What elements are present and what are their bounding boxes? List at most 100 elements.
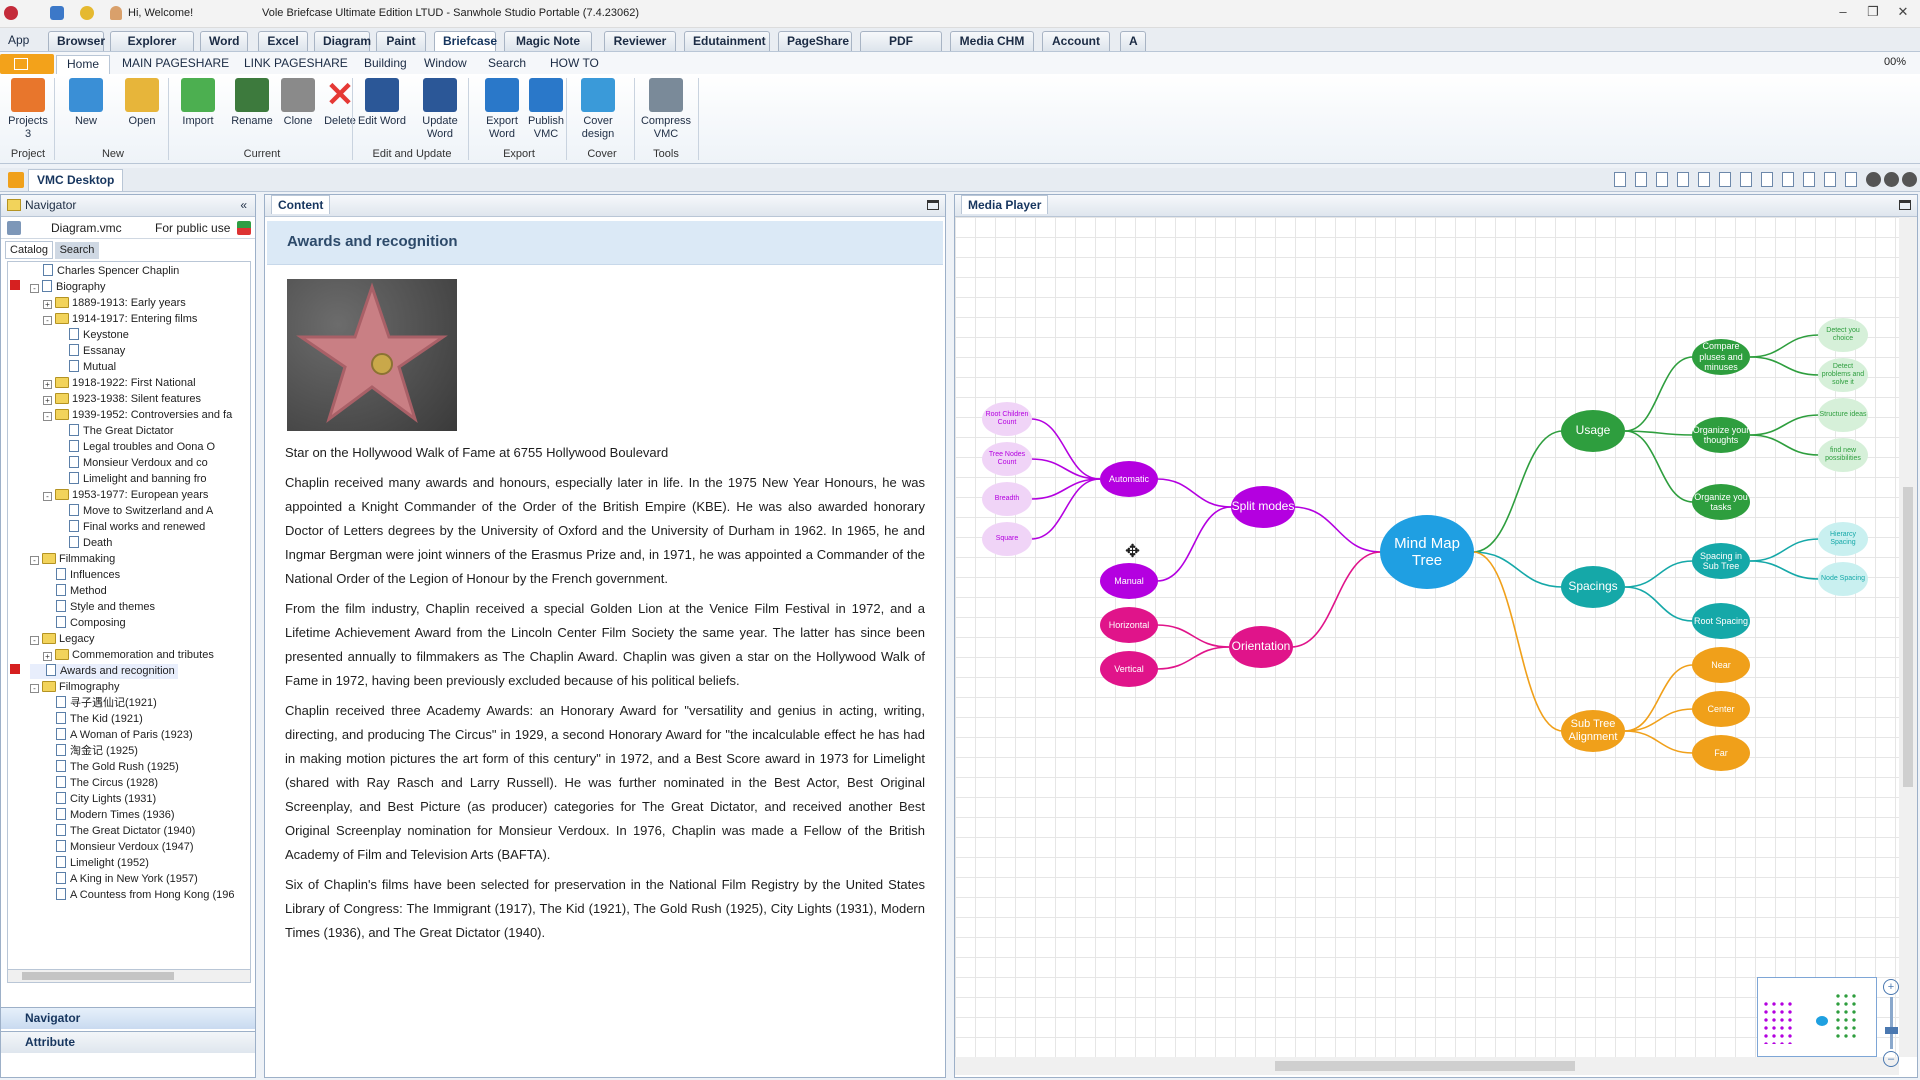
app-tab-magic-note[interactable]: Magic Note: [504, 31, 592, 51]
tree-item[interactable]: +1923-1938: Silent features: [43, 392, 201, 407]
tree-item[interactable]: + Commemoration and tributes: [43, 648, 214, 663]
tree-item[interactable]: Final works and renewed: [56, 520, 205, 535]
expand-toggle-icon[interactable]: -: [43, 412, 52, 421]
catalog-tree[interactable]: Charles Spencer Chaplin - Biography +1889-1…: [7, 261, 251, 983]
tree-item[interactable]: A Countess from Hong Kong (196: [43, 888, 234, 903]
mind-map-branch[interactable]: Orientation: [1229, 626, 1293, 668]
expand-toggle-icon[interactable]: +: [43, 652, 52, 661]
mind-map-leaf[interactable]: Breadth: [982, 482, 1032, 516]
open-button[interactable]: Open: [114, 78, 170, 128]
edit-word-button[interactable]: Edit Word: [354, 78, 410, 128]
page-icon[interactable]: [1698, 172, 1710, 187]
page-icon[interactable]: [1803, 172, 1815, 187]
expand-toggle-icon[interactable]: -: [43, 316, 52, 325]
expand-toggle-icon[interactable]: -: [30, 284, 39, 293]
mind-map-branch[interactable]: Sub Tree Alignment: [1561, 710, 1625, 752]
mind-map-leaf[interactable]: Tree Nodes Count: [982, 442, 1032, 476]
collapse-panel-icon[interactable]: «: [240, 195, 247, 216]
ribbon-tab-link-pageshare[interactable]: LINK PAGESHARE: [234, 55, 358, 74]
media-tab[interactable]: Media Player: [961, 195, 1049, 214]
mind-map-branch[interactable]: Usage: [1561, 410, 1625, 452]
maximize-panel-icon[interactable]: [927, 200, 939, 210]
tree-item[interactable]: Method: [43, 584, 107, 599]
app-tab-diagram[interactable]: Diagram: [314, 31, 371, 51]
expand-toggle-icon[interactable]: -: [30, 556, 39, 565]
tab-catalog[interactable]: Catalog: [5, 241, 53, 259]
tab-search[interactable]: Search: [55, 242, 99, 259]
tree-item[interactable]: Death: [56, 536, 112, 551]
mind-map-branch[interactable]: Split modes: [1231, 486, 1295, 528]
tree-item[interactable]: - 1914-1917: Entering films: [43, 312, 197, 327]
scroll-thumb[interactable]: [22, 972, 174, 980]
new-button[interactable]: New: [58, 78, 114, 128]
first-page-icon[interactable]: [1902, 172, 1917, 187]
mind-map-child[interactable]: Vertical: [1100, 651, 1158, 687]
cover-design-button[interactable]: Cover design: [570, 78, 626, 141]
mind-map-child[interactable]: Root Spacing: [1692, 603, 1750, 639]
scroll-thumb[interactable]: [1903, 487, 1913, 787]
zoom-in-icon[interactable]: +: [1883, 979, 1899, 995]
mind-map-child[interactable]: Center: [1692, 691, 1750, 727]
tree-item[interactable]: Limelight (1952): [43, 856, 149, 871]
mind-map-child[interactable]: Near: [1692, 647, 1750, 683]
app-tab-app[interactable]: App ▾: [0, 31, 36, 65]
mind-map-child[interactable]: Automatic: [1100, 461, 1158, 497]
mind-map-leaf[interactable]: Structure ideas: [1818, 398, 1868, 432]
tree-item[interactable]: Essanay: [56, 344, 125, 359]
ribbon-tab-how-to[interactable]: HOW TO: [540, 55, 609, 74]
expand-toggle-icon[interactable]: +: [43, 396, 52, 405]
bottom-attribute-button[interactable]: Attribute: [1, 1031, 255, 1053]
prev-page-icon[interactable]: [1866, 172, 1881, 187]
desktop-tab[interactable]: VMC Desktop: [28, 169, 124, 191]
tree-item[interactable]: - 1953-1977: European years: [43, 488, 208, 503]
mind-map-child[interactable]: Compare pluses and minuses: [1692, 339, 1750, 375]
zoom-track[interactable]: [1890, 997, 1893, 1049]
mind-map-child[interactable]: Organize your thoughts: [1692, 417, 1750, 453]
restore-icon[interactable]: ❐: [1862, 4, 1884, 22]
mind-map-leaf[interactable]: Hierarcy Spacing: [1818, 522, 1868, 556]
ribbon-tab-search[interactable]: Search: [478, 55, 536, 74]
mind-map-child[interactable]: Far: [1692, 735, 1750, 771]
tree-item[interactable]: The Gold Rush (1925): [43, 760, 179, 775]
tree-item[interactable]: Monsieur Verdoux (1947): [43, 840, 194, 855]
compress-vmc-button[interactable]: Compress VMC: [638, 78, 694, 141]
mind-map-leaf[interactable]: Root Children Count: [982, 402, 1032, 436]
mind-map-leaf[interactable]: Detect you choice: [1818, 318, 1868, 352]
expand-toggle-icon[interactable]: -: [43, 492, 52, 501]
mind-map-leaf[interactable]: Node Spacing: [1818, 562, 1868, 596]
tree-item[interactable]: - 1939-1952: Controversies and fa: [43, 408, 232, 423]
page-icon[interactable]: [1761, 172, 1773, 187]
tree-item[interactable]: Influences: [43, 568, 120, 583]
tree-item[interactable]: +1918-1922: First National: [43, 376, 196, 391]
tree-item[interactable]: Composing: [43, 616, 126, 631]
zoom-slider[interactable]: + –: [1883, 979, 1901, 1071]
app-tab-browser[interactable]: Browser: [48, 31, 105, 51]
tree-item[interactable]: City Lights (1931): [43, 792, 156, 807]
bottom-navigator-button[interactable]: Navigator: [1, 1007, 255, 1029]
minimize-icon[interactable]: –: [1832, 4, 1854, 22]
share-status-icon[interactable]: [237, 221, 251, 235]
mind-map-child[interactable]: Manual: [1100, 563, 1158, 599]
page-icon[interactable]: [1845, 172, 1857, 187]
app-tab-pdf-creator[interactable]: PDF Creator: [860, 31, 942, 66]
tree-item[interactable]: The Kid (1921): [43, 712, 143, 727]
ribbon-tab-main-pageshare[interactable]: MAIN PAGESHARE: [112, 55, 239, 74]
zoom-thumb[interactable]: [1885, 1027, 1898, 1034]
maximize-panel-icon[interactable]: [1899, 200, 1911, 210]
tree-item[interactable]: Monsieur Verdoux and co: [56, 456, 208, 471]
tree-item[interactable]: 淘金记 (1925): [43, 744, 138, 759]
app-tab-paint[interactable]: Paint: [376, 31, 426, 51]
app-tab-pageshare[interactable]: PageShare: [778, 31, 852, 51]
mind-map-child[interactable]: Organize you tasks: [1692, 484, 1750, 520]
content-tab[interactable]: Content: [271, 195, 331, 214]
expand-toggle-icon[interactable]: -: [30, 684, 39, 693]
page-icon[interactable]: [1719, 172, 1731, 187]
expand-toggle-icon[interactable]: -: [30, 636, 39, 645]
ribbon-tab-home[interactable]: Home: [56, 55, 111, 74]
mind-map-branch[interactable]: Spacings: [1561, 566, 1625, 608]
tree-item[interactable]: - Filmography: [30, 680, 120, 695]
projects-button[interactable]: Projects 3: [0, 78, 56, 141]
scroll-thumb[interactable]: [1275, 1061, 1575, 1071]
tree-item[interactable]: Legal troubles and Oona O: [56, 440, 215, 455]
page-icon[interactable]: [1782, 172, 1794, 187]
